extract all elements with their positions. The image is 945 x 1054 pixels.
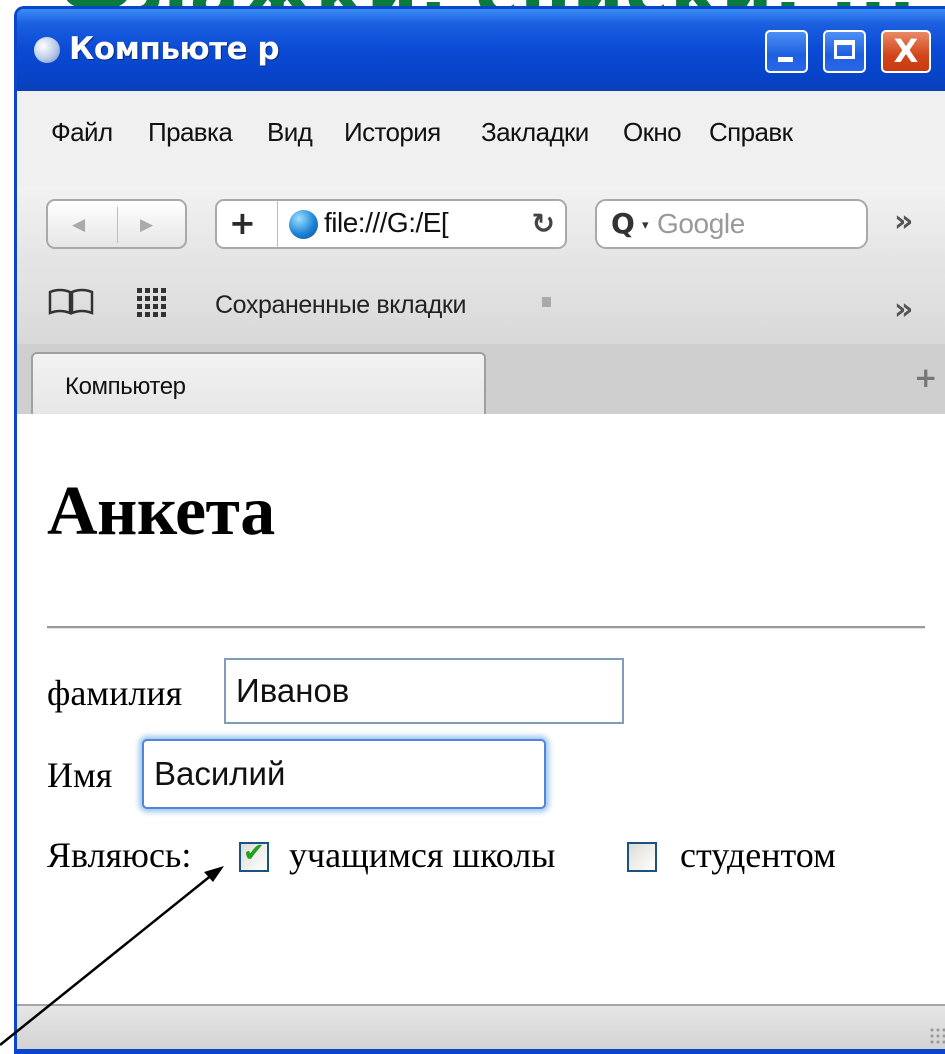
forward-arrow-icon[interactable]: ▶ [140,215,153,235]
title-bar[interactable]: Компьюте р X [17,9,945,91]
school-student-label[interactable]: учащимся школы [289,834,555,876]
top-sites-grid-icon[interactable] [137,288,167,318]
back-forward-group: ◀ ▶ [46,199,187,249]
university-student-label[interactable]: студентом [680,834,836,876]
toolbar-overflow-icon[interactable]: » [894,204,914,239]
tab-strip: Компьютер + [17,344,945,416]
name-input[interactable] [142,739,546,809]
minimize-icon [778,57,793,62]
page-content: Анкета фамилия Имя Являюсь: ✔ учащимся ш… [17,414,945,1004]
menu-bar: Файл Правка Вид История Закладки Окно Сп… [17,91,945,187]
status-bar [17,1004,945,1049]
page-heading: Анкета [47,473,275,550]
close-icon: X [893,32,919,70]
browser-window: Компьюте р X Файл Правка Вид История Зак… [14,6,945,1054]
maximize-icon [834,40,855,59]
menu-bookmarks[interactable]: Закладки [481,117,589,148]
globe-icon [289,210,318,239]
surname-label: фамилия [47,673,183,713]
surname-input[interactable] [224,658,624,724]
back-arrow-icon[interactable]: ◀ [72,215,85,235]
bookmarks-book-icon[interactable] [47,288,95,316]
address-divider [277,201,278,247]
menu-view[interactable]: Вид [267,117,313,148]
menu-window[interactable]: Окно [623,117,682,148]
saved-tabs-menu-icon[interactable] [542,297,551,307]
tab-computer[interactable]: Компьютер [31,352,486,416]
reload-icon[interactable]: ↻ [532,207,555,240]
horizontal-rule [47,626,925,629]
bookmarks-overflow-icon[interactable]: » [894,292,914,327]
search-engine-chevron-icon[interactable]: ▾ [642,218,649,233]
menu-history[interactable]: История [344,117,441,148]
maximize-button[interactable] [823,30,866,73]
search-placeholder: Google [657,208,745,239]
school-student-checkbox[interactable]: ✔ [239,838,269,872]
search-icon[interactable]: Q [611,207,635,240]
navigation-toolbar: ◀ ▶ + file:///G:/E[ ↻ Q ▾ Google » [17,187,945,274]
search-field[interactable]: Q ▾ Google [595,199,868,249]
url-text[interactable]: file:///G:/E[ [324,207,524,239]
check-icon: ✔ [243,838,265,868]
menu-file[interactable]: Файл [51,117,113,148]
address-bar[interactable]: + file:///G:/E[ ↻ [215,199,567,249]
menu-edit[interactable]: Правка [148,117,233,148]
menu-help[interactable]: Справк [709,117,793,148]
university-student-checkbox[interactable] [627,842,657,872]
status-label: Являюсь: [47,835,192,875]
new-tab-icon[interactable]: + [914,361,937,394]
name-label: Имя [47,755,113,795]
saved-tabs-bookmark[interactable]: Сохраненные вкладки [215,291,466,320]
window-title: Компьюте р [69,31,280,67]
resize-grip-icon[interactable] [929,1027,945,1045]
add-bookmark-icon[interactable]: + [229,204,256,242]
tab-label: Компьютер [65,373,186,400]
nav-divider [117,207,118,243]
browser-app-icon[interactable] [34,37,60,63]
close-button[interactable]: X [881,30,931,73]
minimize-button[interactable] [765,30,808,73]
bookmarks-bar: Сохраненные вкладки » [17,274,945,344]
